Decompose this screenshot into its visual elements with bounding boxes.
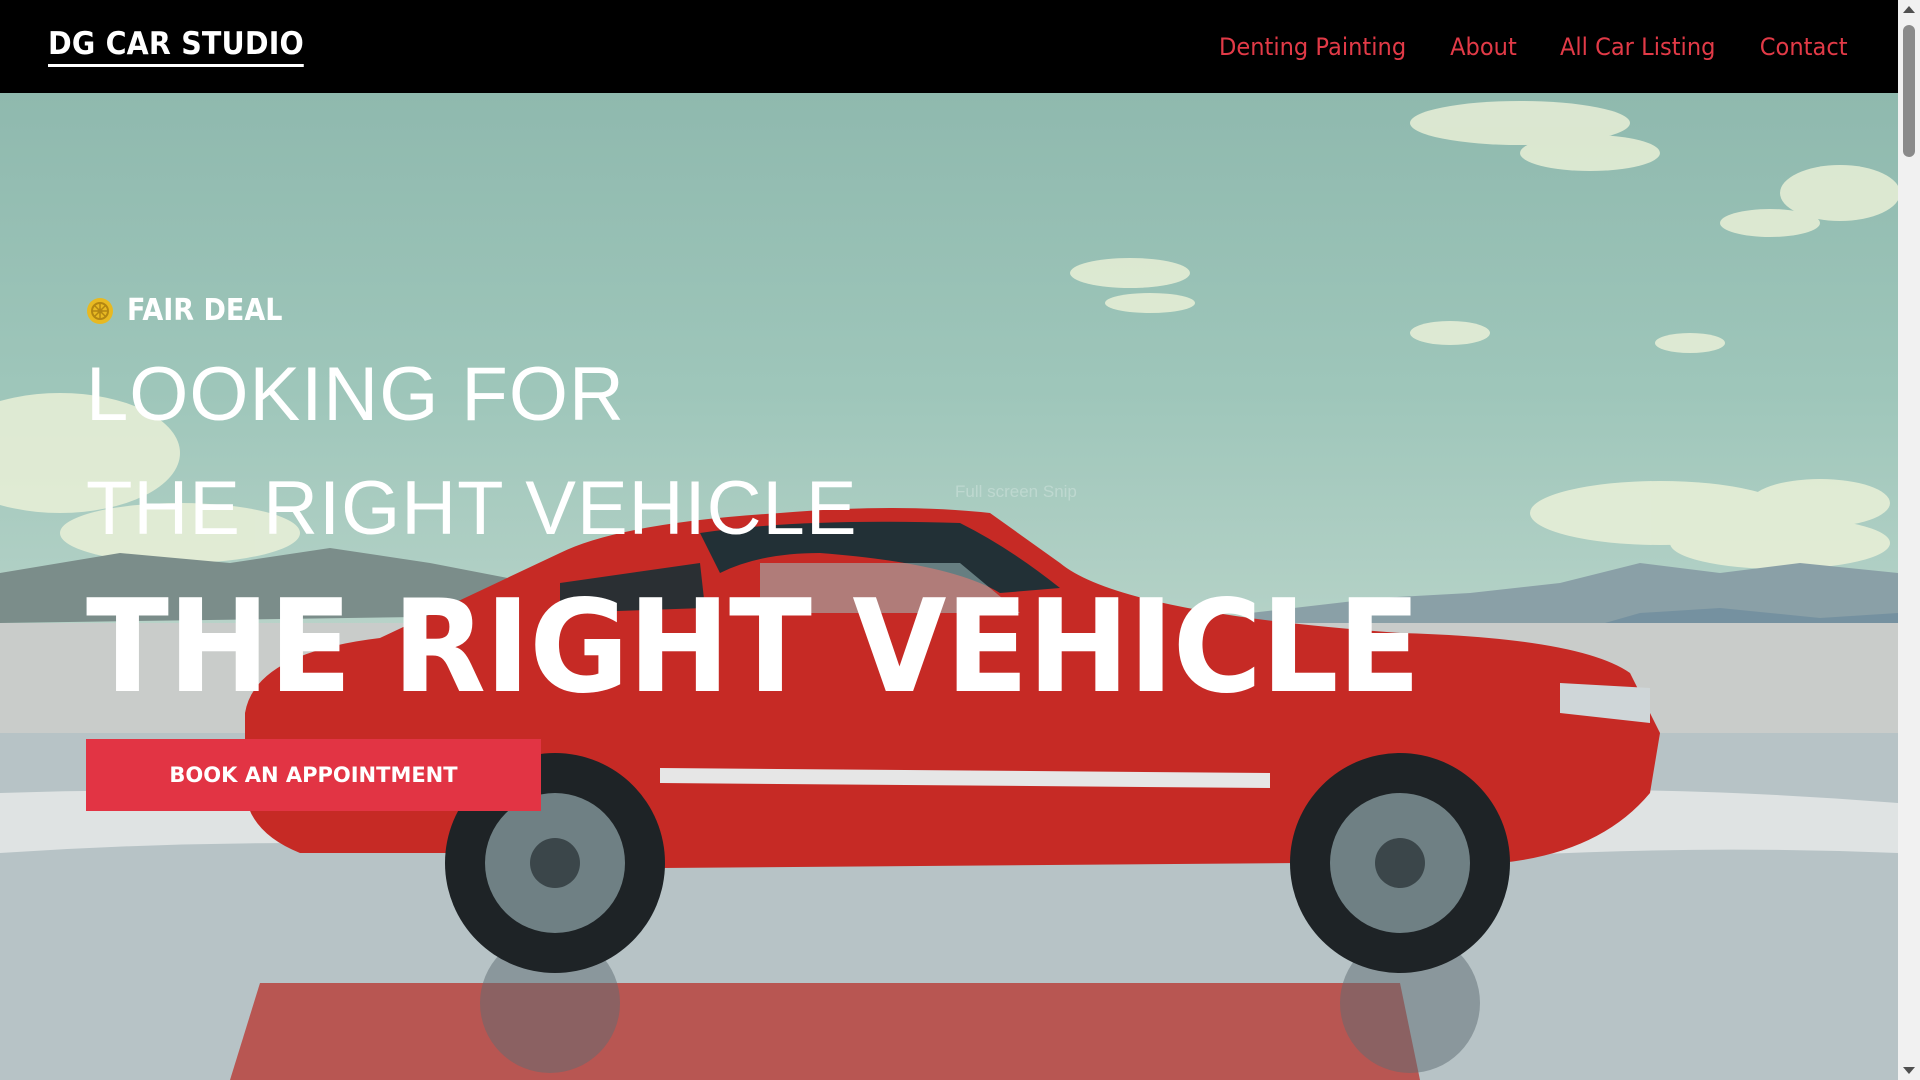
- hero-heading-bold: THE RIGHT VEHICLE: [86, 573, 1421, 722]
- nav-link-about[interactable]: About: [1450, 33, 1517, 61]
- brand-logo-link[interactable]: DG CAR STUDIO: [48, 26, 304, 67]
- fair-deal-badge: FAIR DEAL: [86, 293, 300, 328]
- nav-link-contact[interactable]: Contact: [1759, 33, 1847, 61]
- scroll-thumb[interactable]: [1903, 25, 1915, 157]
- hero-heading-line-2: THE RIGHT VEHICLE: [86, 466, 858, 551]
- scroll-down-arrow-icon[interactable]: [1903, 1067, 1915, 1074]
- navbar: DG CAR STUDIO Denting Painting About All…: [0, 0, 1898, 93]
- hero-section: FAIR DEAL LOOKING FOR THE RIGHT VEHICLE …: [0, 93, 1898, 1080]
- snip-overlay-text: Full screen Snip: [955, 482, 1077, 501]
- hero-heading-line-1: LOOKING FOR: [86, 352, 625, 437]
- nav-link-denting-painting[interactable]: Denting Painting: [1219, 33, 1406, 61]
- nav-links: Denting Painting About All Car Listing C…: [1213, 33, 1850, 61]
- book-appointment-button[interactable]: BOOK AN APPOINTMENT: [86, 739, 541, 811]
- nav-link-all-car-listing[interactable]: All Car Listing: [1560, 33, 1715, 61]
- page-scrollbar[interactable]: [1898, 0, 1920, 1080]
- scroll-up-arrow-icon[interactable]: [1903, 6, 1915, 13]
- badge-label: FAIR DEAL: [127, 293, 283, 328]
- wheel-icon: [87, 297, 113, 324]
